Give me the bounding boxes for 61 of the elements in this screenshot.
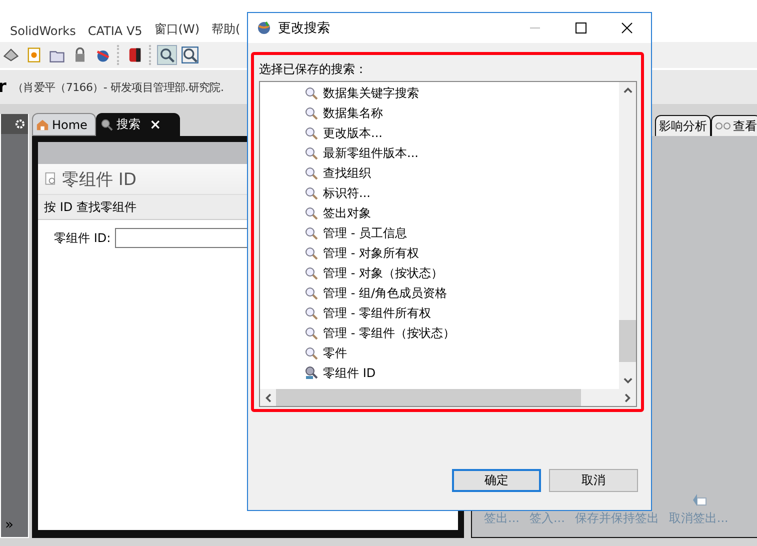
list-item[interactable]: 管理 - 组/角色成员资格 xyxy=(323,284,448,302)
list-item[interactable]: 查找组织 xyxy=(323,164,371,182)
house-icon xyxy=(36,118,49,131)
search-icon xyxy=(304,286,318,300)
list-item[interactable]: 零件 xyxy=(323,344,347,362)
search-icon xyxy=(304,186,318,200)
document-icon[interactable] xyxy=(25,46,43,64)
search-icon xyxy=(304,246,318,260)
list-item[interactable]: 数据集关键字搜索 xyxy=(323,84,419,102)
tab[interactable]: 查看 xyxy=(711,115,757,136)
search-icon xyxy=(304,86,318,100)
dialog-button[interactable]: 取消 xyxy=(549,469,638,492)
document-search-icon xyxy=(44,172,58,186)
search-icon xyxy=(304,226,318,240)
search-icon xyxy=(304,126,318,140)
settings-icon[interactable] xyxy=(14,118,26,130)
expand-button[interactable]: » xyxy=(1,517,28,537)
list-item[interactable]: 管理 - 零组件（按状态） xyxy=(323,324,455,342)
search-icon xyxy=(304,146,318,160)
user-info: （肖爱平（7166）- 研发项目管理部.研究院. xyxy=(12,80,224,94)
dialog-title: 更改搜索 xyxy=(278,20,330,37)
list-item[interactable]: 更改版本... xyxy=(323,124,382,142)
list-item[interactable]: 零组件 ID xyxy=(323,364,376,382)
menu-item[interactable]: 帮助( xyxy=(212,21,240,38)
list-item[interactable]: 最新零组件版本... xyxy=(323,144,418,162)
scrollbar[interactable] xyxy=(619,82,636,389)
scrollbar[interactable] xyxy=(260,389,636,406)
scroll-thumb[interactable] xyxy=(276,389,581,406)
list-label: 选择已保存的搜索： xyxy=(259,61,368,78)
list-item[interactable]: 管理 - 对象（按状态） xyxy=(323,264,443,282)
list-item[interactable]: 管理 - 对象所有权 xyxy=(323,244,419,262)
search-icon xyxy=(304,326,318,340)
menu-item[interactable]: SolidWorks xyxy=(10,24,76,38)
list-item[interactable]: 管理 - 员工信息 xyxy=(323,224,407,242)
menu-item[interactable]: 窗口(W) xyxy=(154,21,200,38)
search-icon[interactable] xyxy=(158,46,176,64)
close-icon[interactable] xyxy=(621,22,633,34)
tab[interactable]: 搜索 × xyxy=(96,113,180,136)
user-search-icon xyxy=(304,366,318,380)
maximize-icon[interactable] xyxy=(575,22,587,34)
tab[interactable]: Home xyxy=(32,113,96,136)
search-icon xyxy=(304,206,318,220)
list-item[interactable]: 签出对象 xyxy=(323,204,371,222)
panel-title: 零组件 ID xyxy=(62,168,137,190)
search-icon xyxy=(304,266,318,280)
search-icon xyxy=(304,306,318,320)
glasses-icon xyxy=(715,122,731,130)
field-label: 零组件 ID: xyxy=(54,230,111,246)
close-tab-button[interactable]: × xyxy=(149,116,162,132)
menu-item[interactable]: CATIA V5 xyxy=(88,24,142,38)
search-icon xyxy=(304,346,318,360)
dialog-button[interactable]: 确定 xyxy=(452,469,541,492)
scroll-thumb[interactable] xyxy=(619,320,636,362)
search-icon xyxy=(100,118,114,131)
globe-icon xyxy=(256,20,272,36)
tab[interactable]: 影响分析 xyxy=(655,115,711,136)
list-item[interactable]: 数据集名称 xyxy=(323,104,383,122)
list-item[interactable]: 管理 - 零组件所有权 xyxy=(323,304,431,322)
search-icon[interactable] xyxy=(181,46,199,64)
search-icon xyxy=(304,166,318,180)
search-icon xyxy=(304,106,318,120)
